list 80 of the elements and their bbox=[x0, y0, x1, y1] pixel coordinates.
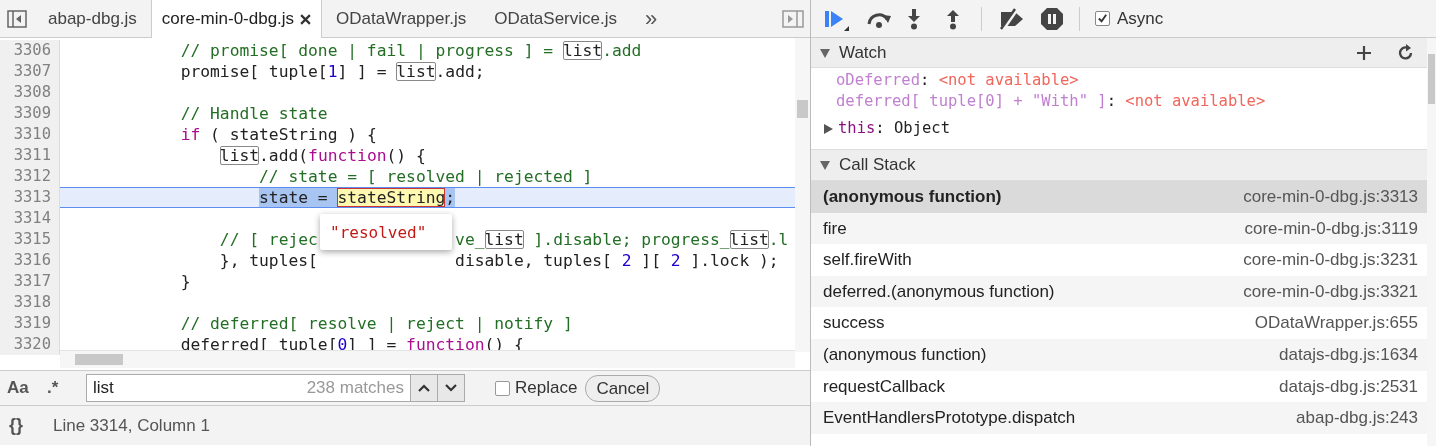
watch-expression: oDeferred: <not available> bbox=[835, 70, 1080, 91]
refresh-icon[interactable] bbox=[1398, 44, 1414, 61]
line-number: 3311 bbox=[0, 145, 60, 166]
step-out-icon[interactable] bbox=[946, 7, 960, 30]
source-location[interactable]: core-min-0-dbg.js:3231 bbox=[1243, 247, 1418, 273]
previous-match-button[interactable] bbox=[411, 374, 438, 402]
function-name: EventHandlersPrototype.dispatch bbox=[823, 407, 1076, 430]
function-name: fire bbox=[823, 217, 847, 240]
sidebar-toggle-icon[interactable] bbox=[7, 8, 27, 29]
expand-triangle-icon[interactable] bbox=[822, 122, 834, 135]
section-header[interactable]: Watch bbox=[819, 39, 887, 66]
pause-on-exceptions-icon[interactable] bbox=[1040, 6, 1064, 31]
line-number: 3314 bbox=[0, 208, 60, 229]
value-tooltip: "resolved" bbox=[320, 214, 452, 250]
file-tab[interactable]: ODataService.js bbox=[480, 0, 631, 37]
next-match-button[interactable] bbox=[438, 374, 465, 402]
chevron-down-icon bbox=[445, 384, 457, 392]
call-stack-frame[interactable]: fire core-min-0-dbg.js:3119 bbox=[811, 212, 1428, 245]
function-name: success bbox=[823, 312, 885, 335]
line-number: 3307 bbox=[0, 61, 60, 82]
search-field[interactable]: list 238 matches bbox=[86, 374, 411, 402]
file-tab[interactable]: abap-dbg.js bbox=[34, 0, 151, 37]
collapse-triangle-icon[interactable] bbox=[819, 46, 831, 59]
source-location[interactable]: core-min-0-dbg.js:3321 bbox=[1243, 278, 1418, 305]
deactivate-breakpoints-icon[interactable] bbox=[997, 7, 1025, 30]
cancel-button[interactable]: Cancel bbox=[585, 374, 661, 402]
watch-expression: deferred[ tuple[0] + "With" ]: <not available> bbox=[835, 91, 1267, 112]
regex-button[interactable]: .* bbox=[47, 375, 83, 401]
line-number: 3319 bbox=[0, 313, 60, 334]
match-case-button[interactable]: Aa bbox=[7, 375, 47, 401]
section-header[interactable]: Call Stack bbox=[819, 152, 916, 178]
source-location[interactable]: datajs-dbg.js:2531 bbox=[1279, 373, 1418, 400]
close-icon[interactable] bbox=[300, 13, 312, 25]
watch-expression[interactable]: this: Object bbox=[838, 118, 950, 139]
line-number: 3310 bbox=[0, 124, 60, 145]
pretty-print-button[interactable]: {} bbox=[9, 412, 53, 439]
cursor-position: Line 3314, Column 1 bbox=[53, 414, 210, 437]
line-number: 3309 bbox=[0, 103, 60, 124]
code-line: // state = [ resolved | rejected ] bbox=[258, 166, 594, 187]
add-icon[interactable] bbox=[1356, 44, 1372, 61]
source-location[interactable]: core-min-0-dbg.js:3119 bbox=[1244, 215, 1418, 242]
more-tabs-button[interactable]: » bbox=[645, 2, 658, 35]
step-into-icon[interactable] bbox=[907, 7, 921, 30]
async-checkbox[interactable] bbox=[1095, 11, 1110, 26]
file-tab[interactable]: core-min-0-dbg.js bbox=[150, 0, 323, 38]
line-number: 3306 bbox=[0, 40, 60, 61]
code-line: // Handle state bbox=[179, 103, 329, 124]
sidebar-toggle-icon[interactable] bbox=[782, 8, 804, 29]
line-number: 3315 bbox=[0, 229, 60, 250]
replace-checkbox[interactable] bbox=[495, 380, 510, 396]
source-location[interactable]: ODataWrapper.js:655 bbox=[1254, 310, 1418, 336]
line-number: 3318 bbox=[0, 292, 60, 313]
code-line: if ( stateString ) { bbox=[179, 124, 378, 145]
function-name: requestCallback bbox=[823, 375, 945, 398]
line-number: 3312 bbox=[0, 166, 60, 187]
source-location[interactable]: abap-dbg.js:243 bbox=[1296, 405, 1418, 431]
function-name: self.fireWith bbox=[823, 249, 912, 272]
source-location[interactable]: core-min-0-dbg.js:3313 bbox=[1243, 184, 1418, 210]
code-line: } bbox=[179, 271, 192, 292]
line-number: 3317 bbox=[0, 271, 60, 292]
collapse-triangle-icon[interactable] bbox=[819, 159, 831, 171]
line-number: 3316 bbox=[0, 250, 60, 271]
match-count: 238 matches bbox=[306, 377, 405, 400]
call-stack-frame[interactable]: (anonymous function) datajs-dbg.js:1634 bbox=[811, 338, 1428, 371]
line-number: 3320 bbox=[0, 334, 60, 355]
call-stack-frame[interactable]: deferred.(anonymous function) core-min-0-dbg.js:3321 bbox=[811, 275, 1428, 308]
file-tab[interactable]: ODataWrapper.js bbox=[322, 0, 481, 37]
function-name: deferred.(anonymous function) bbox=[823, 280, 1055, 303]
function-name: (anonymous function) bbox=[823, 344, 987, 366]
call-stack-frame[interactable]: (anonymous function) core-min-0-dbg.js:3313 bbox=[811, 181, 1428, 213]
replace-label: Replace bbox=[515, 377, 578, 400]
function-name: (anonymous function) bbox=[823, 186, 1002, 209]
code-line: }, tuples[ disable, tuples[ 2 ][ 2 ].lock ); bbox=[218, 250, 780, 271]
chevron-up-icon bbox=[418, 384, 430, 392]
line-number: 3308 bbox=[0, 82, 60, 103]
async-label: Async bbox=[1117, 7, 1164, 30]
code-line: // deferred[ resolve | reject | notify ] bbox=[179, 313, 574, 334]
call-stack-frame[interactable]: EventHandlersPrototype.dispatch abap-dbg.js:243 bbox=[811, 402, 1428, 434]
line-number: 3313 bbox=[0, 187, 60, 208]
source-location[interactable]: datajs-dbg.js:1634 bbox=[1279, 342, 1418, 368]
